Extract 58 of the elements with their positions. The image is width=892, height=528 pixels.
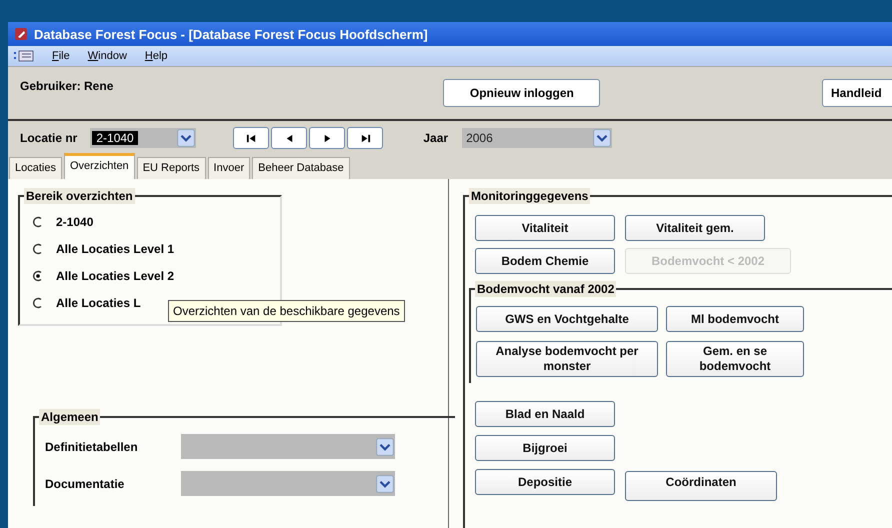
report-button[interactable]: Vitaliteit <box>475 215 615 241</box>
year-value: 2006 <box>465 131 493 145</box>
radio-button[interactable] <box>32 297 44 309</box>
report-button[interactable]: Vitaliteit gem. <box>625 215 765 241</box>
dropdown-icon[interactable] <box>177 129 196 147</box>
report-button[interactable]: Analyse bodemvocht per monster <box>476 341 658 377</box>
menu-item[interactable]: Window <box>88 50 127 62</box>
report-button[interactable]: Blad en Naald <box>475 401 615 427</box>
dropdown-icon[interactable] <box>376 438 394 456</box>
form-icon[interactable] <box>14 50 34 62</box>
user-label: Gebruiker: Rene <box>20 79 114 93</box>
radio-button[interactable] <box>32 216 44 228</box>
dropdown-icon[interactable] <box>593 129 612 147</box>
radio-label: Alle Locaties L <box>56 296 141 310</box>
window-title: Database Forest Focus - [Database Forest Focus Hoofdscherm] <box>34 26 428 42</box>
first-record-button[interactable] <box>233 127 270 149</box>
group-title: Bodemvocht vanaf 2002 <box>475 281 616 297</box>
radio-label: 2-1040 <box>56 215 94 229</box>
location-value: 2-1040 <box>92 131 138 145</box>
report-button[interactable]: Depositie <box>475 469 615 495</box>
last-record-button[interactable] <box>347 127 384 149</box>
manual-button[interactable]: Handleid <box>822 79 892 107</box>
radio-label: Alle Locaties Level 1 <box>56 242 174 256</box>
tab[interactable]: Beheer Database <box>252 157 350 179</box>
group-title: Bereik overzichten <box>24 188 135 204</box>
tab[interactable]: Invoer <box>208 157 250 179</box>
app-icon <box>14 27 28 41</box>
last-icon <box>360 132 371 144</box>
next-record-button[interactable] <box>309 127 346 149</box>
group-title: Algemeen <box>39 409 100 425</box>
dropdown-field[interactable] <box>181 471 395 496</box>
report-button[interactable]: Ml bodemvocht <box>666 306 804 332</box>
report-button[interactable]: Bodem Chemie <box>475 248 615 274</box>
relogin-button[interactable]: Opnieuw inloggen <box>443 79 600 107</box>
radio-button[interactable] <box>32 243 44 255</box>
report-button[interactable]: Gem. en se bodemvocht <box>666 341 804 377</box>
radio-label: Alle Locaties Level 2 <box>56 269 174 283</box>
radio-button[interactable] <box>32 270 44 282</box>
dropdown-icon[interactable] <box>376 474 394 492</box>
tab[interactable]: EU Reports <box>136 157 206 179</box>
location-label: Locatie nr <box>20 131 78 145</box>
dropdown-field[interactable] <box>181 434 395 459</box>
field-label: Definitietabellen <box>45 440 139 454</box>
report-button[interactable]: Coördinaten <box>625 471 777 501</box>
prev-record-button[interactable] <box>271 127 308 149</box>
field-label: Documentatie <box>45 476 126 490</box>
location-combo[interactable]: 2-1040 <box>90 128 196 148</box>
year-label: Jaar <box>423 131 448 145</box>
report-button[interactable]: GWS en Vochtgehalte <box>476 306 658 332</box>
tooltip: Overzichten van de beschikbare gegevens <box>168 300 405 322</box>
group-title: Monitoringgegevens <box>469 188 590 204</box>
report-button[interactable]: Bijgroei <box>475 435 615 461</box>
year-combo[interactable]: 2006 <box>462 128 612 148</box>
tab[interactable]: Locaties <box>9 157 62 179</box>
first-icon <box>246 132 257 144</box>
menu-item[interactable]: Help <box>144 50 168 62</box>
tab[interactable]: Overzichten <box>64 153 135 179</box>
menu-item[interactable]: File <box>52 50 70 62</box>
